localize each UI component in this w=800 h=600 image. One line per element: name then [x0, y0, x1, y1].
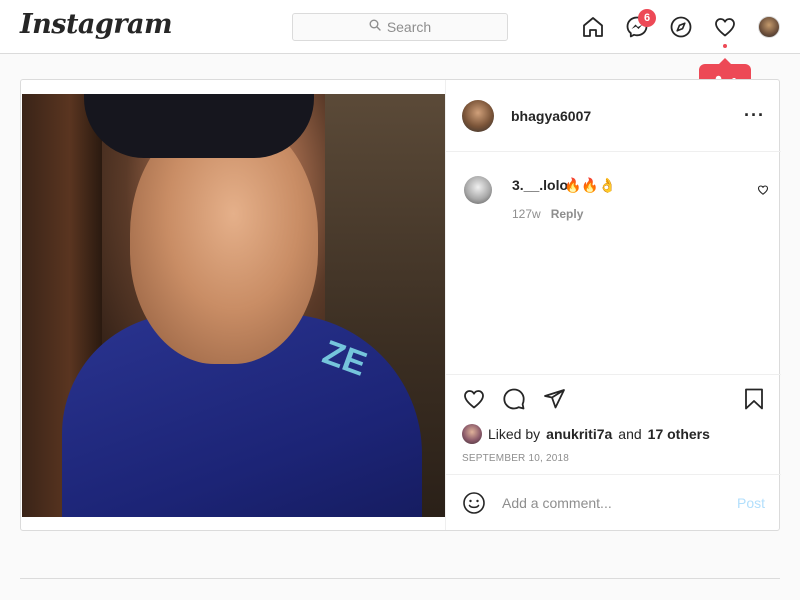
commenter-avatar[interactable] — [464, 176, 492, 204]
post-sidebar: bhagya6007 ··· 3.__.lolo 🔥🔥👌 127w Reply — [445, 80, 781, 530]
emoji-icon[interactable] — [462, 491, 486, 515]
comment-username[interactable]: 3.__.lolo — [512, 177, 568, 193]
liker-username[interactable]: anukriti7a — [546, 426, 612, 442]
profile-avatar[interactable] — [758, 16, 780, 38]
search-placeholder: Search — [386, 19, 432, 35]
feed-divider — [20, 578, 780, 579]
liker-avatar[interactable] — [462, 424, 482, 444]
search-icon — [369, 18, 381, 36]
explore-icon[interactable] — [669, 15, 693, 39]
comment-like-icon[interactable] — [757, 184, 769, 196]
likes-others[interactable]: 17 others — [648, 426, 710, 442]
heart-icon[interactable] — [713, 15, 737, 39]
post-comment-button[interactable]: Post — [737, 495, 765, 511]
post-date[interactable]: SEPTEMBER 10, 2018 — [462, 453, 569, 464]
top-nav: Instagram Search 6 — [0, 0, 800, 54]
search-input[interactable]: Search — [292, 13, 508, 41]
instagram-logo[interactable]: Instagram — [20, 9, 173, 40]
reply-button[interactable]: Reply — [551, 207, 584, 221]
post-card: ZE bhagya6007 ··· 3.__.lolo 🔥🔥👌 127w Rep… — [20, 79, 781, 531]
like-icon[interactable] — [462, 387, 486, 411]
post-actions — [446, 374, 781, 414]
add-comment-input[interactable] — [502, 491, 722, 515]
post-photo[interactable]: ZE — [22, 94, 445, 517]
notification-dot — [723, 44, 727, 48]
save-icon[interactable] — [742, 387, 766, 411]
messenger-badge: 6 — [638, 9, 656, 27]
home-icon[interactable] — [581, 15, 605, 39]
comment-meta: 127w Reply — [512, 207, 583, 221]
comment-age[interactable]: 127w — [512, 207, 541, 221]
post-header: bhagya6007 ··· — [446, 80, 781, 152]
author-username[interactable]: bhagya6007 — [511, 108, 591, 124]
photo-turban — [84, 94, 314, 158]
likes-connector: and — [618, 426, 642, 442]
comment-text: 🔥🔥👌 — [564, 177, 617, 193]
add-comment-bar: Post — [446, 474, 781, 530]
author-avatar[interactable] — [462, 100, 494, 132]
comment-item: 3.__.lolo 🔥🔥👌 127w Reply — [446, 164, 781, 224]
more-options-icon[interactable]: ··· — [744, 106, 765, 124]
likes-prefix: Liked by — [488, 426, 541, 442]
comment-icon[interactable] — [502, 387, 526, 411]
likes-summary: Liked by anukriti7a and 17 others — [462, 424, 710, 444]
share-icon[interactable] — [542, 387, 566, 411]
